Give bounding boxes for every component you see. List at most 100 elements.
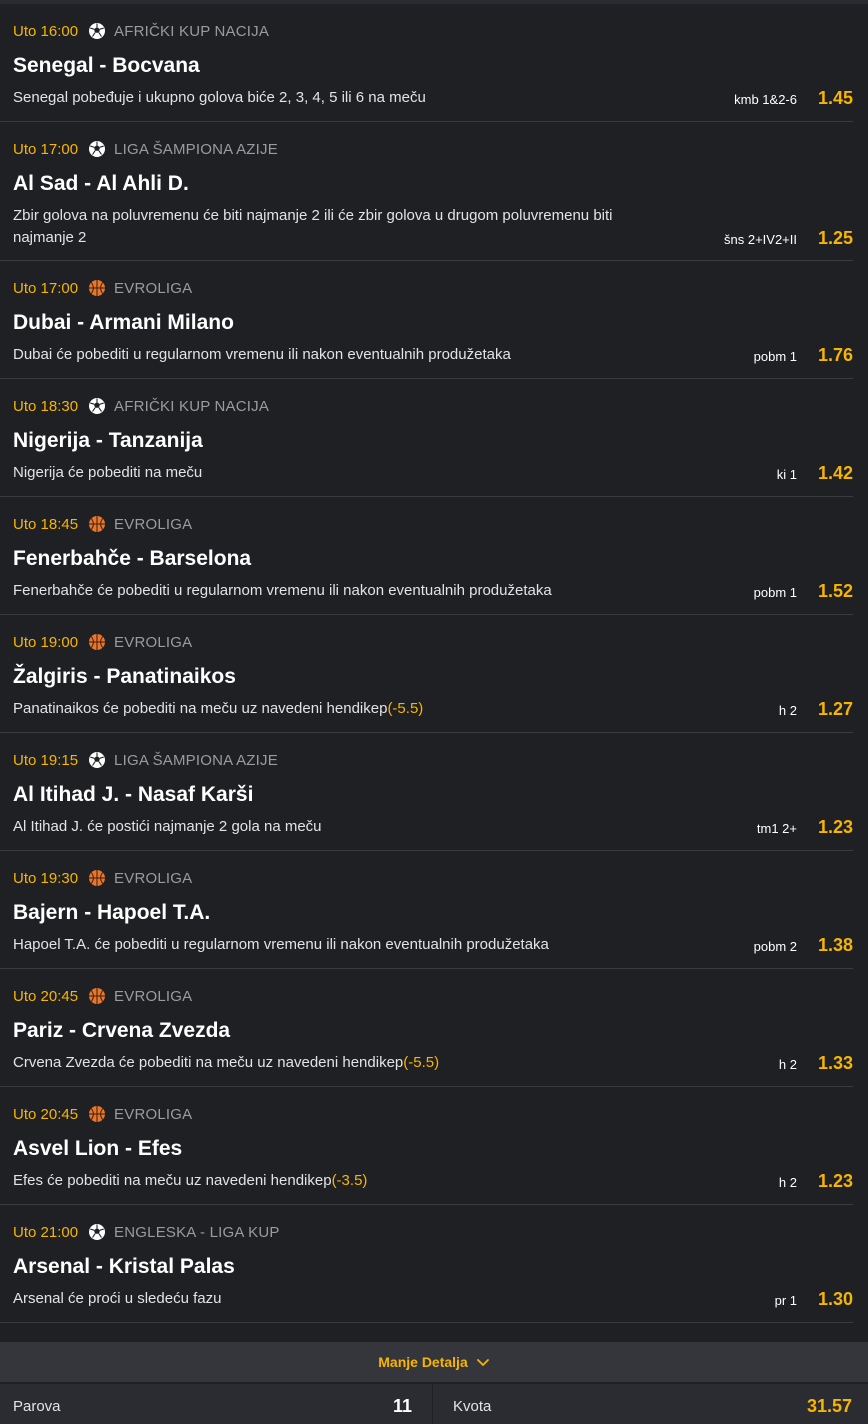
bet-description: Efes će pobediti na meču uz navedeni hen… [13, 1172, 332, 1189]
event-teams: Fenerbahče - Barselona [13, 547, 252, 570]
event-league: EVROLIGA [114, 987, 193, 1005]
less-details-toggle[interactable]: Manje Detalja [0, 1342, 868, 1382]
event-row[interactable]: Uto 20:45 EVROLIGA Asvel Lion - Efes Efes ć… [0, 1087, 853, 1205]
total-odds-value: 31.57 [806, 1396, 852, 1416]
bet-description: Dubai će pobediti u regularnom vremenu i… [13, 346, 511, 363]
bet-odd: 1.76 [817, 345, 853, 365]
bet-code: tm1 2+ [756, 821, 797, 836]
bet-description: Hapoel T.A. će pobediti u regularnom vre… [13, 936, 549, 953]
pairs-summary: Parova 11 [0, 1384, 433, 1424]
event-bet-row: Hapoel T.A. će pobediti u regularnom vre… [13, 934, 853, 956]
bet-odd: 1.52 [817, 581, 853, 601]
soccer-ball-icon [88, 397, 106, 415]
bet-code: kmb 1&2-6 [734, 92, 797, 107]
event-league: EVROLIGA [114, 1105, 193, 1123]
event-teams: Pariz - Crvena Zvezda [13, 1019, 231, 1042]
bet-odd: 1.42 [817, 463, 853, 483]
event-header: Uto 20:45 EVROLIGA [13, 1102, 853, 1126]
soccer-ball-icon [88, 140, 106, 158]
bet-description-block: Fenerbahče će pobediti u regularnom vrem… [13, 580, 653, 602]
event-row[interactable]: Uto 18:45 EVROLIGA Fenerbahče - Barselona F… [0, 497, 853, 615]
basketball-icon [88, 279, 106, 297]
event-row[interactable]: Uto 19:30 EVROLIGA Bajern - Hapoel T.A. Hap… [0, 851, 853, 969]
event-time: Uto 17:00 [13, 140, 79, 158]
event-header: Uto 21:00 ENGLESKA - LIGA KUP [13, 1220, 853, 1244]
event-header: Uto 19:00 EVROLIGA [13, 630, 853, 654]
bet-code: h 2 [778, 703, 797, 718]
event-time: Uto 19:30 [13, 869, 79, 887]
event-header: Uto 17:00 EVROLIGA [13, 276, 853, 300]
event-bet-row: Fenerbahče će pobediti u regularnom vrem… [13, 580, 853, 602]
event-teams: Arsenal - Kristal Palas [13, 1255, 235, 1278]
bet-description: Al Itihad J. će postići najmanje 2 gola … [13, 818, 322, 835]
bet-description: Zbir golova na poluvremenu će biti najma… [13, 207, 613, 246]
ticket-event-list: Uto 16:00 AFRIČKI KUP NACIJA Senegal - Boc… [0, 4, 868, 1323]
event-league: EVROLIGA [114, 279, 193, 297]
event-row[interactable]: Uto 17:00 LIGA ŠAMPIONA AZIJE Al Sad - Al … [0, 122, 853, 261]
bet-odd: 1.30 [817, 1289, 853, 1309]
bet-code: pr 1 [774, 1293, 797, 1308]
event-header: Uto 18:30 AFRIČKI KUP NACIJA [13, 394, 853, 418]
bet-description-block: Panatinaikos će pobediti na meču uz nave… [13, 698, 653, 720]
event-row[interactable]: Uto 20:45 EVROLIGA Pariz - Crvena Zvezda Cr… [0, 969, 853, 1087]
basketball-icon [88, 633, 106, 651]
event-row[interactable]: Uto 18:30 AFRIČKI KUP NACIJA Nigerija - Ta… [0, 379, 853, 497]
basketball-icon [88, 1105, 106, 1123]
event-league: LIGA ŠAMPIONA AZIJE [114, 140, 278, 158]
event-bet-row: Al Itihad J. će postići najmanje 2 gola … [13, 816, 853, 838]
event-header: Uto 19:15 LIGA ŠAMPIONA AZIJE [13, 748, 853, 772]
pairs-count: 11 [392, 1396, 412, 1416]
event-header: Uto 17:00 LIGA ŠAMPIONA AZIJE [13, 137, 853, 161]
event-time: Uto 19:00 [13, 633, 79, 651]
event-teams: Al Itihad J. - Nasaf Karši [13, 783, 254, 806]
bet-description: Senegal pobeđuje i ukupno golova biće 2,… [13, 89, 426, 106]
event-teams: Žalgiris - Panatinaikos [13, 665, 236, 688]
bet-odd: 1.33 [817, 1053, 853, 1073]
event-row[interactable]: Uto 19:00 EVROLIGA Žalgiris - Panatinaikos… [0, 615, 853, 733]
pairs-label: Parova [13, 1398, 61, 1415]
handicap-value: (-5.5) [387, 700, 424, 717]
event-league: EVROLIGA [114, 633, 193, 651]
basketball-icon [88, 987, 106, 1005]
bet-description-block: Efes će pobediti na meču uz navedeni hen… [13, 1170, 653, 1192]
event-bet-row: Crvena Zvezda će pobediti na meču uz nav… [13, 1052, 853, 1074]
event-header: Uto 20:45 EVROLIGA [13, 984, 853, 1008]
event-row[interactable]: Uto 17:00 EVROLIGA Dubai - Armani Milano Du… [0, 261, 853, 379]
event-league: EVROLIGA [114, 869, 193, 887]
soccer-ball-icon [88, 1223, 106, 1241]
bet-description-block: Hapoel T.A. će pobediti u regularnom vre… [13, 934, 653, 956]
event-header: Uto 16:00 AFRIČKI KUP NACIJA [13, 19, 853, 43]
bet-description: Fenerbahče će pobediti u regularnom vrem… [13, 582, 552, 599]
soccer-ball-icon [88, 751, 106, 769]
event-league: EVROLIGA [114, 515, 193, 533]
bet-code: h 2 [778, 1057, 797, 1072]
bet-description-block: Dubai će pobediti u regularnom vremenu i… [13, 344, 653, 366]
basketball-icon [88, 869, 106, 887]
event-row[interactable]: Uto 21:00 ENGLESKA - LIGA KUP Arsenal - Kr… [0, 1205, 853, 1323]
bet-description: Arsenal će proći u sledeću fazu [13, 1290, 222, 1307]
bet-description-block: Arsenal će proći u sledeću fazu [13, 1288, 653, 1310]
soccer-ball-icon [88, 22, 106, 40]
event-time: Uto 20:45 [13, 987, 79, 1005]
event-time: Uto 20:45 [13, 1105, 79, 1123]
bet-description-block: Senegal pobeđuje i ukupno golova biće 2,… [13, 87, 653, 109]
bet-description: Nigerija će pobediti na meču [13, 464, 203, 481]
handicap-value: (-3.5) [331, 1172, 368, 1189]
bet-code: ki 1 [776, 467, 797, 482]
event-bet-row: Efes će pobediti na meču uz navedeni hen… [13, 1170, 853, 1192]
bet-description: Panatinaikos će pobediti na meču uz nave… [13, 700, 388, 717]
event-row[interactable]: Uto 19:15 LIGA ŠAMPIONA AZIJE Al Itihad J.… [0, 733, 853, 851]
event-teams: Asvel Lion - Efes [13, 1137, 183, 1160]
bet-code: šns 2+IV2+II [724, 232, 797, 247]
event-teams: Nigerija - Tanzanija [13, 429, 203, 452]
event-bet-row: Dubai će pobediti u regularnom vremenu i… [13, 344, 853, 366]
event-bet-row: Panatinaikos će pobediti na meču uz nave… [13, 698, 853, 720]
bet-odd: 1.23 [817, 1171, 853, 1191]
event-teams: Senegal - Bocvana [13, 54, 200, 77]
event-bet-row: Arsenal će proći u sledeću fazu pr 1 1.30 [13, 1288, 853, 1310]
event-time: Uto 21:00 [13, 1223, 79, 1241]
event-row[interactable]: Uto 16:00 AFRIČKI KUP NACIJA Senegal - Boc… [0, 4, 853, 122]
bet-code: pobm 1 [753, 349, 797, 364]
bet-description-block: Nigerija će pobediti na meču [13, 462, 653, 484]
bet-odd: 1.23 [817, 817, 853, 837]
